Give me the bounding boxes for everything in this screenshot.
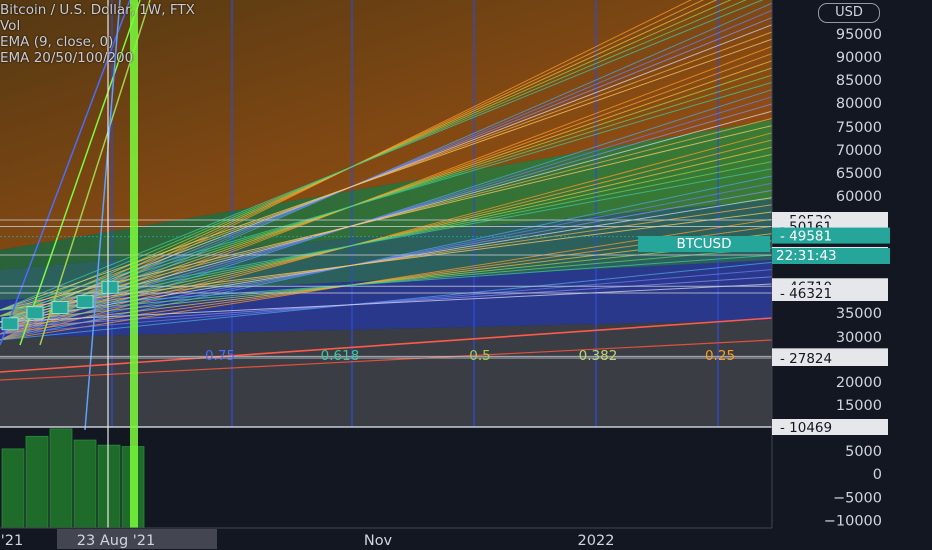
symbol-label: BTCUSD (638, 236, 770, 252)
legend-ema: EMA (9, close, 0) (0, 34, 114, 50)
candle-body (1, 317, 19, 331)
fib-label: 0.5 (469, 348, 490, 364)
candle-body (51, 301, 69, 314)
countdown-label: 22:31:43 (772, 248, 890, 264)
price-tick-label: 80000 (836, 96, 882, 112)
price-tick-label: 95000 (836, 27, 882, 43)
time-tick-label: 2022 (578, 533, 615, 549)
volume-bar (1, 448, 25, 529)
candle-body (76, 295, 94, 309)
price-tick-label: 65000 (836, 166, 882, 182)
candle-body (101, 280, 119, 294)
price-level-label: - 10469 (780, 420, 832, 436)
fib-label: 0.75 (205, 348, 235, 364)
volume-tick-label: 0 (873, 467, 882, 483)
volume-tick-label: 5000 (845, 444, 882, 460)
volume-bar (25, 435, 49, 529)
price-tick-label: 20000 (836, 375, 882, 391)
time-tick-label: Nov (364, 533, 393, 549)
current-price-label: - 49581 (780, 229, 832, 245)
fib-label: 0.382 (579, 348, 618, 364)
highlight-line (130, 0, 138, 528)
price-tick-label: 70000 (836, 143, 882, 159)
price-tick-label: 35000 (836, 306, 882, 322)
currency-button[interactable]: USD (818, 3, 880, 23)
time-tick-label: '21 (1, 533, 23, 549)
price-tick-label: 60000 (836, 189, 882, 205)
volume-tick-label: −10000 (824, 514, 882, 530)
chart-legend: Bitcoin / U.S. Dollar, 1W, FTX Vol EMA (… (0, 2, 195, 66)
price-tick-label: 90000 (836, 50, 882, 66)
price-level-label: - 46321 (780, 286, 832, 302)
price-level-label: - 27824 (780, 351, 832, 367)
fib-label: 0.25 (705, 348, 735, 364)
price-tick-label: 75000 (836, 120, 882, 136)
price-tick-label: 85000 (836, 73, 882, 89)
fib-label: 0.618 (321, 348, 360, 364)
volume-tick-label: −5000 (833, 490, 882, 506)
price-tick-label: 15000 (836, 398, 882, 414)
legend-ema-ribbon: EMA 20/50/100/200 (0, 50, 134, 66)
volume-bar (73, 439, 97, 529)
volume-bar (97, 444, 121, 529)
price-tick-label: 30000 (836, 330, 882, 346)
time-tick-label: 23 Aug '21 (77, 533, 155, 549)
legend-title: Bitcoin / U.S. Dollar, 1W, FTX (0, 2, 195, 18)
price-chart[interactable]: 0.75 0.618 0.5 0.382 0.25 95000 90000 85000 8000… (0, 0, 932, 550)
candle-body (26, 306, 44, 320)
legend-vol: Vol (0, 18, 21, 34)
volume-bar (49, 428, 73, 529)
